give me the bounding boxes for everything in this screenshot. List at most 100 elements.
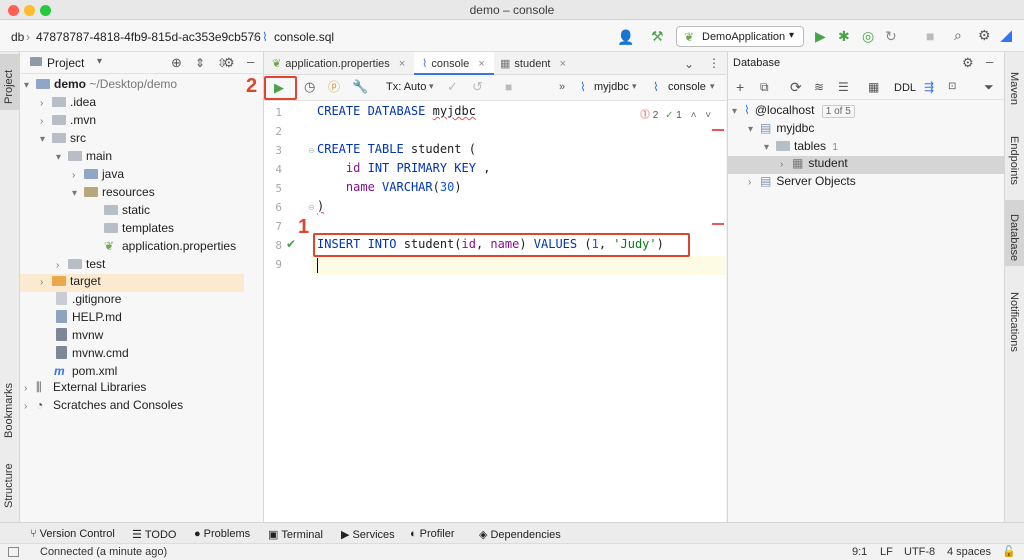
tree-item-mvnw[interactable]: mvnw <box>54 328 103 346</box>
fold-icon[interactable]: ⊖ <box>308 203 315 212</box>
tree-item-src[interactable]: ▾ src <box>40 131 86 149</box>
tree-item-target[interactable]: › target <box>20 274 244 292</box>
db-tree-server-objects[interactable]: › ▤ Server Objects <box>748 174 856 192</box>
commit-check-icon[interactable]: ✓ <box>447 80 458 94</box>
breadcrumb-console-id[interactable]: 47878787-4818-4fb9-815d-ac353e9cb576 <box>36 30 261 44</box>
status-toggle-icon[interactable] <box>8 547 19 557</box>
add-icon[interactable]: + <box>736 80 744 94</box>
tree-item-java[interactable]: › java <box>72 167 124 185</box>
wrench-icon[interactable]: 🔧 <box>352 80 368 94</box>
jump-to-source-icon[interactable]: ⇶ <box>924 80 934 94</box>
db-tree-student[interactable]: › ▦ student <box>728 156 1005 174</box>
indent-setting[interactable]: 4 spaces <box>947 546 991 558</box>
db-tree-myjdbc[interactable]: ▾ ▤ myjdbc <box>748 121 814 139</box>
more-actions-icon[interactable]: » <box>559 80 565 94</box>
chevron-up-icon[interactable]: ˄ <box>691 110 697 121</box>
db-tree-tables[interactable]: ▾ tables 1 <box>764 139 838 157</box>
stop-icon[interactable]: ■ <box>505 80 512 94</box>
gear-icon[interactable]: ⚙ <box>223 56 235 70</box>
ddl-button[interactable]: DDL <box>894 82 916 94</box>
rollback-icon[interactable]: ↺ <box>472 80 483 94</box>
database-tool-tab[interactable]: Database <box>1005 200 1024 266</box>
table-icon[interactable]: ▦ <box>868 80 879 94</box>
structure-tool-tab[interactable]: Structure <box>0 452 20 512</box>
session-select[interactable]: console <box>668 81 706 93</box>
run-configuration-select[interactable]: ❦ DemoApplication ▾ <box>676 26 804 47</box>
history-icon[interactable]: ◷ <box>304 80 315 94</box>
schema-icon[interactable]: ≋ <box>814 80 824 94</box>
tree-item-external-libraries[interactable]: › ⫼ External Libraries <box>24 380 146 398</box>
minimize-panel-icon[interactable]: – <box>247 55 254 69</box>
tree-item-test[interactable]: › test <box>56 257 105 275</box>
gear-icon[interactable]: ⚙ <box>962 56 974 70</box>
tree-item-help-md[interactable]: HELP.md <box>54 310 122 328</box>
copy-icon[interactable]: ⧉ <box>760 80 769 94</box>
project-panel-title[interactable]: Project <box>47 56 84 70</box>
tree-item-resources[interactable]: ▾ resources <box>72 185 155 203</box>
stop-icon[interactable]: ■ <box>926 29 934 43</box>
caret-position[interactable]: 9:1 <box>852 546 867 558</box>
endpoints-tool-tab[interactable]: Endpoints <box>1005 136 1024 196</box>
query-console-icon[interactable]: ⊡ <box>948 80 956 94</box>
add-icon[interactable]: ⊕ <box>171 56 182 70</box>
database-stack-icon[interactable]: ☰ <box>838 80 849 94</box>
code-line-6[interactable]: ) <box>317 199 324 213</box>
tab-dependencies[interactable]: ◈ Dependencies <box>479 528 561 541</box>
tab-profiler[interactable]: ◐ Profiler <box>410 528 455 540</box>
maven-tool-tab[interactable]: Maven <box>1005 72 1024 117</box>
tree-item-scratches[interactable]: › ◔ Scratches and Consoles <box>24 398 183 416</box>
close-icon[interactable]: × <box>560 58 566 70</box>
tree-item-mvnw-cmd[interactable]: mvnw.cmd <box>54 346 129 364</box>
code-line-5[interactable]: name VARCHAR(30) <box>317 180 462 194</box>
file-encoding[interactable]: UTF-8 <box>904 546 935 558</box>
notifications-tool-tab[interactable]: Notifications <box>1005 282 1024 362</box>
line-separator[interactable]: LF <box>880 546 893 558</box>
refresh-icon[interactable]: ⟳ <box>790 80 802 94</box>
debug-bug-icon[interactable]: ✱ <box>838 29 850 43</box>
more-tabs-icon[interactable]: ⌄ <box>684 57 694 71</box>
schema-count-badge[interactable]: 1 of 5 <box>821 105 855 118</box>
status-message[interactable]: Connected (a minute ago) <box>40 546 167 558</box>
user-icon[interactable]: 👤 <box>617 30 634 44</box>
chevron-down-icon[interactable]: ▾ <box>97 56 102 67</box>
code-line-1[interactable]: CREATE DATABASE myjdbc <box>317 104 476 118</box>
tree-item-templates[interactable]: templates <box>104 221 174 239</box>
tx-mode-select[interactable]: Tx: Auto <box>386 81 426 93</box>
inspection-widget[interactable]: ⓵ 2 ✓ 1 ˄ ˅ <box>640 106 711 121</box>
code-line-3[interactable]: CREATE TABLE student ( <box>317 142 476 156</box>
fold-icon[interactable]: ⊖ <box>308 146 315 155</box>
tab-console[interactable]: ⌇ console × <box>414 52 494 75</box>
profile-icon[interactable]: ↻ <box>885 29 897 43</box>
run-with-coverage-icon[interactable]: ◎ <box>862 29 874 43</box>
datasource-select[interactable]: myjdbc <box>594 81 629 93</box>
close-icon[interactable]: × <box>399 58 405 70</box>
bookmarks-tool-tab[interactable]: Bookmarks <box>0 372 20 442</box>
chevron-down-icon[interactable]: ˅ <box>705 110 711 121</box>
collapse-icon[interactable]: ⇕ <box>195 56 205 70</box>
search-icon[interactable]: ⌕ <box>954 28 962 42</box>
code-line-4[interactable]: id INT PRIMARY KEY , <box>317 161 491 175</box>
close-icon[interactable]: × <box>478 58 484 70</box>
project-tool-tab[interactable]: Project <box>0 54 20 110</box>
more-options-icon[interactable]: ⋮ <box>708 56 720 70</box>
tree-item-application-properties[interactable]: ❦ application.properties <box>104 239 236 257</box>
tab-student[interactable]: ▦ student × <box>500 52 580 75</box>
tree-item-idea[interactable]: › .idea <box>40 95 96 113</box>
tree-item-main[interactable]: ▾ main <box>56 149 112 167</box>
tab-application-properties[interactable]: ❦ application.properties × <box>272 52 414 75</box>
minimize-panel-icon[interactable]: – <box>986 55 993 69</box>
lock-icon[interactable]: 🔓 <box>1002 545 1016 558</box>
tab-version-control[interactable]: ⑂ Version Control <box>30 528 115 540</box>
run-icon[interactable]: ▶ <box>815 29 826 43</box>
tab-problems[interactable]: ● Problems <box>194 528 250 540</box>
tab-services[interactable]: ▶ Services <box>341 528 395 541</box>
tree-item-static[interactable]: static <box>104 203 150 221</box>
tree-item-gitignore[interactable]: .gitignore <box>54 292 121 310</box>
tab-todo[interactable]: ☰ TODO <box>132 528 176 541</box>
db-tree-localhost[interactable]: ▾ ⌇ @localhost 1 of 5 <box>732 103 855 121</box>
filter-icon[interactable]: ⏷ <box>984 80 994 94</box>
tab-terminal[interactable]: ▣ Terminal <box>268 528 323 541</box>
gear-icon[interactable]: ⚙ <box>978 28 991 42</box>
tree-item-demo[interactable]: ▾ demo ~/Desktop/demo <box>24 77 177 95</box>
tree-item-mvn[interactable]: › .mvn <box>40 113 96 131</box>
